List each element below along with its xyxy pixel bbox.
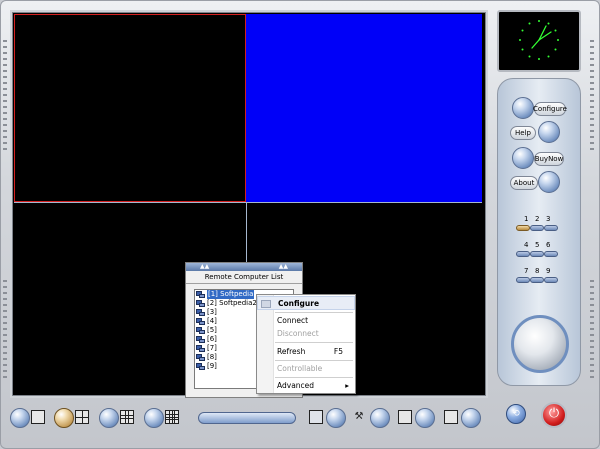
menu-separator [275,312,353,313]
layout-number-9: 9 [546,267,551,275]
left-grill-top [3,40,7,150]
clock-face-icon [519,20,559,60]
nine-view-icon[interactable] [120,410,134,424]
remote-list-title: Remote Computer List [186,271,302,284]
computer-icon [196,309,205,316]
configure-orb[interactable] [512,97,534,119]
quad-view-icon[interactable] [75,410,89,424]
layout-number-7: 7 [524,267,529,275]
tools-orb[interactable] [370,408,390,428]
computer-icon [196,363,205,370]
video-pane-1[interactable] [14,14,246,202]
remote-list-handle[interactable]: ▲▲ ▲▲ [186,263,302,271]
computer-icon [196,354,205,361]
layout-slot-4[interactable] [516,251,530,257]
buynow-orb[interactable] [512,147,534,169]
context-menu: Configure Connect Disconnect Refresh F5 … [256,294,356,394]
right-grill-top [590,40,594,150]
about-button[interactable]: About [510,176,538,190]
menu-item-refresh[interactable]: Refresh F5 [257,345,355,359]
layout-slot-6[interactable] [544,251,558,257]
single-view-orb[interactable] [10,408,30,428]
collapse-arrows-left[interactable]: ▲▲ [200,263,209,271]
nine-view-orb[interactable] [99,408,119,428]
submenu-arrow-icon: ▸ [345,381,349,390]
monitor-orb[interactable] [326,408,346,428]
layout-slot-2[interactable] [530,225,544,231]
tools-icon[interactable]: ⚒ [352,410,366,424]
layout-number-2: 2 [535,215,540,223]
single-view-icon[interactable] [31,410,45,424]
control-panel: Configure Help BuyNow About 1 2 3 4 5 6 … [497,78,581,386]
help-button[interactable]: Help [510,126,536,140]
about-orb[interactable] [538,171,560,193]
layout-slot-1[interactable] [516,225,530,231]
layout-number-3: 3 [546,215,551,223]
right-grill-bottom [590,280,594,380]
record-orb[interactable] [461,408,481,428]
left-grill-bottom [3,280,7,380]
computer-icon [196,327,205,334]
quad-view-orb[interactable] [54,408,74,428]
refresh-shortcut: F5 [333,347,343,356]
menu-item-configure[interactable]: Configure [257,296,355,310]
layout-number-6: 6 [546,241,551,249]
configure-icon [261,300,271,308]
computer-icon [196,336,205,343]
video-pane-2[interactable] [246,14,482,202]
menu-item-advanced[interactable]: Advanced ▸ [257,379,355,393]
menu-separator [275,342,353,343]
help-orb[interactable] [538,121,560,143]
record-icon[interactable] [444,410,458,424]
layout-number-4: 4 [524,241,529,249]
layout-slot-8[interactable] [530,277,544,283]
layout-slot-7[interactable] [516,277,530,283]
window-icon[interactable] [398,410,412,424]
computer-icon [196,345,205,352]
menu-separator [275,360,353,361]
computer-icon [196,318,205,325]
monitor-icon[interactable] [309,410,323,424]
status-bar [198,412,296,424]
menu-separator [275,377,353,378]
refresh-icon[interactable]: ⟲ [506,404,526,424]
menu-item-disconnect: Disconnect [277,329,319,338]
analog-clock [497,10,581,72]
sixteen-view-orb[interactable] [144,408,164,428]
layout-number-8: 8 [535,267,540,275]
collapse-arrows-right[interactable]: ▲▲ [279,263,288,271]
layout-number-5: 5 [535,241,540,249]
computer-icon [196,300,205,307]
layout-slot-3[interactable] [544,225,558,231]
layout-slot-5[interactable] [530,251,544,257]
menu-item-controllable: Controllable [277,364,323,373]
layout-slot-9[interactable] [544,277,558,283]
window-orb[interactable] [415,408,435,428]
power-button[interactable]: ⏻ [541,402,567,428]
configure-button[interactable]: Configure [533,102,567,116]
buynow-button[interactable]: BuyNow [534,152,564,166]
sixteen-view-icon[interactable] [165,410,179,424]
main-control-knob[interactable] [511,315,569,373]
menu-item-connect[interactable]: Connect [257,314,355,328]
layout-number-1: 1 [524,215,529,223]
computer-icon [196,291,205,298]
